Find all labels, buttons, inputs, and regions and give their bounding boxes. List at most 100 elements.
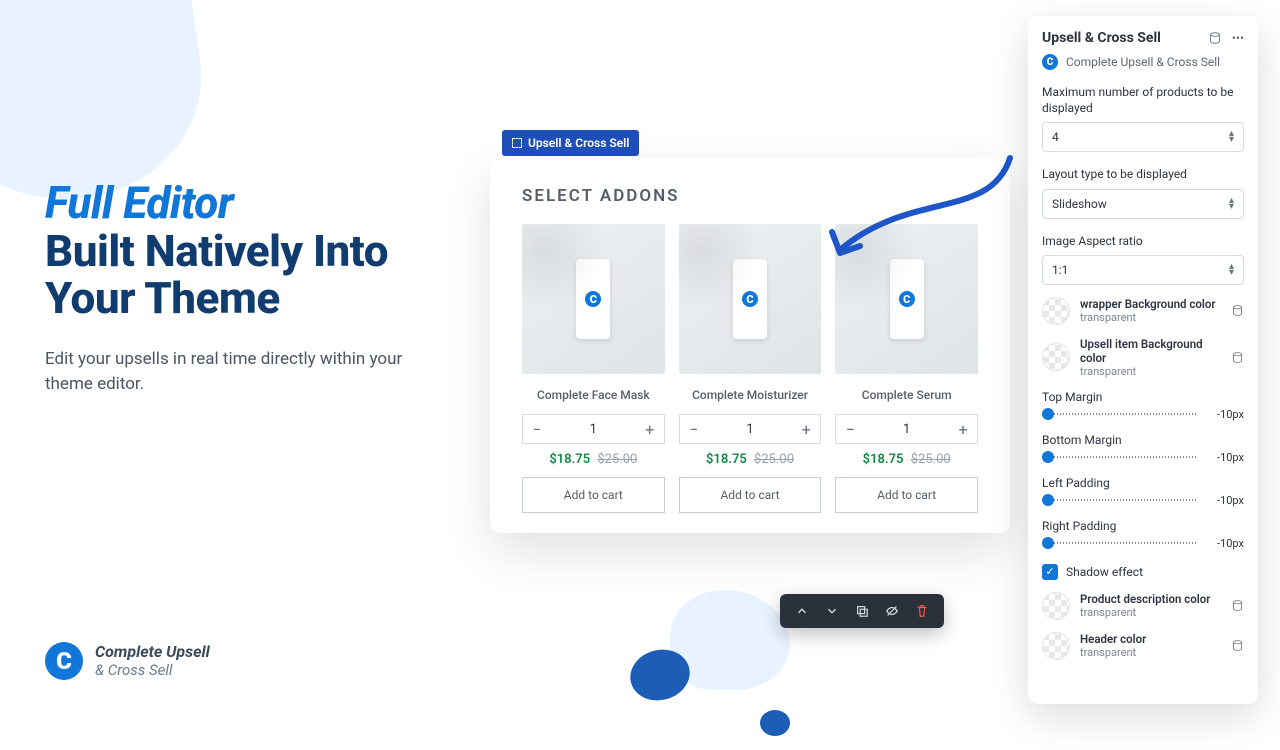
product-card: C Complete Moisturizer − 1 + $18.75 $25.… (679, 224, 822, 513)
color-value: transparent (1080, 606, 1221, 619)
field-label: Bottom Margin (1042, 433, 1244, 447)
app-name: Complete Upsell & Cross Sell (1066, 55, 1220, 69)
qty-decrement-button[interactable]: − (523, 415, 551, 443)
price: $18.75 $25.00 (522, 452, 665, 467)
layout-select[interactable]: Slideshow ▴▾ (1042, 189, 1244, 219)
color-swatch-icon (1042, 343, 1070, 371)
marketing-copy: Full Editor Built Natively Into Your The… (45, 180, 405, 398)
color-setting-row[interactable]: wrapper Background color transparent (1042, 297, 1244, 325)
color-title: wrapper Background color (1080, 297, 1221, 311)
color-title: Upsell item Background color (1080, 337, 1221, 365)
duplicate-icon[interactable] (854, 603, 870, 619)
product-image: C (835, 224, 978, 374)
left-padding-slider[interactable]: -10px (1042, 494, 1244, 507)
color-title: Product description color (1080, 592, 1221, 606)
checkbox-checked-icon: ✓ (1042, 564, 1058, 580)
product-name: Complete Moisturizer (679, 388, 822, 402)
original-price: $25.00 (597, 452, 637, 467)
select-value: 4 (1052, 130, 1059, 144)
headline: Full Editor Built Natively Into Your The… (45, 180, 405, 323)
field-label: Layout type to be displayed (1042, 166, 1244, 182)
qty-decrement-button[interactable]: − (680, 415, 708, 443)
price: $18.75 $25.00 (835, 452, 978, 467)
selection-icon (512, 138, 522, 148)
qty-value: 1 (864, 422, 949, 437)
hide-icon[interactable] (884, 603, 900, 619)
color-swatch-icon (1042, 297, 1070, 325)
add-to-cart-button[interactable]: Add to cart (522, 477, 665, 513)
slider-value: -10px (1206, 537, 1244, 550)
sale-price: $18.75 (549, 452, 590, 467)
product-image: C (679, 224, 822, 374)
max-products-select[interactable]: 4 ▴▾ (1042, 122, 1244, 152)
color-value: transparent (1080, 365, 1221, 378)
field-label: Right Padding (1042, 519, 1244, 533)
database-icon[interactable] (1208, 31, 1222, 45)
brand-line1: Complete Upsell (95, 643, 210, 661)
qty-value: 1 (551, 422, 636, 437)
section-toolbar (780, 594, 944, 628)
add-to-cart-button[interactable]: Add to cart (679, 477, 822, 513)
original-price: $25.00 (754, 452, 794, 467)
more-icon[interactable]: ••• (1232, 31, 1244, 45)
price: $18.75 $25.00 (679, 452, 822, 467)
section-tag-label: Upsell & Cross Sell (528, 136, 629, 150)
database-icon[interactable] (1231, 351, 1244, 364)
editor-panel: Upsell & Cross Sell ••• C Complete Upsel… (1028, 16, 1258, 704)
delete-icon[interactable] (914, 603, 930, 619)
product-name: Complete Serum (835, 388, 978, 402)
original-price: $25.00 (911, 452, 951, 467)
color-value: transparent (1080, 646, 1221, 659)
field-label: Top Margin (1042, 390, 1244, 404)
select-value: Slideshow (1052, 197, 1107, 211)
database-icon[interactable] (1231, 639, 1244, 652)
shadow-effect-checkbox[interactable]: ✓ Shadow effect (1042, 564, 1244, 580)
headline-rest: Built Natively Into Your Theme (45, 225, 388, 325)
color-setting-row[interactable]: Upsell item Background color transparent (1042, 337, 1244, 378)
color-setting-row[interactable]: Header color transparent (1042, 632, 1244, 660)
color-swatch-icon (1042, 592, 1070, 620)
chevron-updown-icon: ▴▾ (1229, 198, 1234, 210)
select-value: 1:1 (1052, 263, 1068, 277)
product-card: C Complete Serum − 1 + $18.75 $25.00 Add… (835, 224, 978, 513)
database-icon[interactable] (1231, 599, 1244, 612)
add-to-cart-button[interactable]: Add to cart (835, 477, 978, 513)
preview-heading: SELECT ADDONS (490, 158, 1010, 224)
sale-price: $18.75 (863, 452, 904, 467)
quantity-stepper[interactable]: − 1 + (522, 414, 665, 444)
move-up-icon[interactable] (794, 603, 810, 619)
section-selection-tag[interactable]: Upsell & Cross Sell (502, 130, 639, 156)
qty-increment-button[interactable]: + (636, 415, 664, 443)
brand-logo-icon: C (45, 642, 83, 680)
slider-value: -10px (1206, 451, 1244, 464)
quantity-stepper[interactable]: − 1 + (835, 414, 978, 444)
brand-lockup: C Complete Upsell & Cross Sell (45, 642, 210, 680)
checkbox-label: Shadow effect (1066, 565, 1143, 579)
bottom-margin-slider[interactable]: -10px (1042, 451, 1244, 464)
slider-value: -10px (1206, 408, 1244, 421)
app-badge: C Complete Upsell & Cross Sell (1042, 54, 1244, 70)
database-icon[interactable] (1231, 304, 1244, 317)
move-down-icon[interactable] (824, 603, 840, 619)
color-setting-row[interactable]: Product description color transparent (1042, 592, 1244, 620)
app-logo-icon: C (1042, 54, 1058, 70)
quantity-stepper[interactable]: − 1 + (679, 414, 822, 444)
product-image: C (522, 224, 665, 374)
field-label: Maximum number of products to be display… (1042, 84, 1244, 116)
field-label: Image Aspect ratio (1042, 233, 1244, 249)
qty-increment-button[interactable]: + (792, 415, 820, 443)
chevron-updown-icon: ▴▾ (1229, 264, 1234, 276)
right-padding-slider[interactable]: -10px (1042, 537, 1244, 550)
qty-decrement-button[interactable]: − (836, 415, 864, 443)
panel-title: Upsell & Cross Sell (1042, 30, 1161, 46)
headline-accent: Full Editor (45, 177, 233, 229)
color-value: transparent (1080, 311, 1221, 324)
aspect-select[interactable]: 1:1 ▴▾ (1042, 255, 1244, 285)
product-name: Complete Face Mask (522, 388, 665, 402)
qty-increment-button[interactable]: + (949, 415, 977, 443)
upsell-preview-card: Upsell & Cross Sell SELECT ADDONS C Comp… (490, 158, 1010, 533)
top-margin-slider[interactable]: -10px (1042, 408, 1244, 421)
chevron-updown-icon: ▴▾ (1229, 131, 1234, 143)
brand-line2: & Cross Sell (95, 662, 210, 679)
product-card: C Complete Face Mask − 1 + $18.75 $25.00… (522, 224, 665, 513)
